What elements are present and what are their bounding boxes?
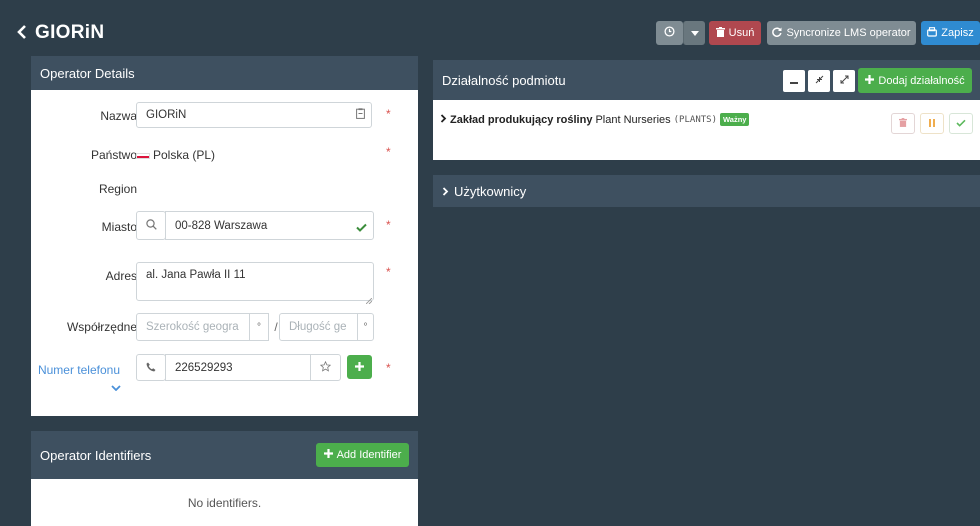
panel-title: Operator Details — [40, 65, 135, 81]
save-label: Zapisz — [941, 27, 974, 39]
plus-icon — [323, 449, 333, 461]
approve-activity-button[interactable] — [949, 113, 973, 134]
refresh-icon — [772, 26, 782, 40]
activity-row[interactable]: Zakład produkujący rośliny Plant Nurseri… — [440, 113, 750, 126]
expand-button[interactable] — [833, 70, 855, 92]
expand-icon — [840, 75, 849, 87]
clipboard-icon[interactable] — [356, 108, 365, 122]
required-mark: * — [386, 107, 391, 121]
plus-icon — [355, 360, 364, 374]
page-title: GIORiN — [35, 22, 105, 43]
longitude-placeholder: Długość ge — [289, 321, 347, 333]
minus-icon — [790, 75, 798, 87]
city-search-addon — [136, 211, 166, 240]
address-textarea[interactable]: al. Jana Pawła II 11 — [136, 262, 374, 301]
required-mark: * — [386, 265, 391, 279]
required-mark: * — [386, 361, 391, 375]
degree-addon: ° — [357, 313, 374, 341]
chevron-left-icon — [16, 23, 27, 44]
city-input[interactable]: 00-828 Warszawa — [165, 211, 374, 240]
status-badge: Ważny — [720, 113, 750, 126]
save-button[interactable]: Zapisz — [921, 21, 980, 45]
phone-addon — [136, 354, 166, 381]
chevron-right-icon — [442, 184, 449, 199]
sync-lms-button[interactable]: Syncronize LMS operator — [767, 21, 916, 45]
caret-down-icon — [690, 27, 699, 39]
add-identifier-button[interactable]: Add Identifier — [316, 443, 409, 467]
check-icon — [356, 221, 367, 235]
panel-title: Operator Identifiers — [40, 447, 152, 463]
sync-label: Syncronize LMS operator — [786, 27, 911, 39]
clock-icon — [664, 26, 675, 40]
search-icon — [145, 218, 157, 233]
favorite-phone-button[interactable] — [310, 354, 341, 381]
latitude-input[interactable]: Szerokość geogra — [136, 313, 250, 341]
city-label: Miasto — [101, 220, 137, 234]
country-label: Państwo — [90, 148, 137, 162]
history-button[interactable] — [656, 21, 683, 45]
compress-button[interactable] — [808, 70, 830, 92]
city-value: 00-828 Warszawa — [175, 219, 268, 232]
pause-icon — [929, 118, 935, 130]
users-header[interactable]: Użytkownicy — [433, 175, 980, 207]
required-mark: * — [386, 145, 391, 159]
save-icon — [927, 26, 938, 40]
collapse-all-button[interactable] — [783, 70, 805, 92]
activity-name: Plant Nurseries — [595, 113, 671, 126]
panel-title: Działalność podmiotu — [442, 72, 566, 88]
name-value: GIORiN — [146, 109, 187, 121]
address-label: Adres — [105, 269, 137, 283]
phone-icon — [146, 361, 156, 375]
delete-label: Usuń — [728, 27, 755, 39]
delete-activity-button[interactable] — [891, 113, 915, 134]
add-activity-button[interactable]: Dodaj działalność — [858, 68, 972, 93]
chevron-down-icon[interactable] — [111, 380, 121, 394]
compress-icon — [815, 75, 824, 87]
history-dropdown-button[interactable] — [683, 21, 705, 45]
add-phone-button[interactable] — [347, 355, 372, 379]
latitude-placeholder: Szerokość geogra — [146, 321, 239, 333]
name-input[interactable]: GIORiN — [136, 102, 372, 128]
resize-handle-icon[interactable] — [365, 293, 373, 307]
degree-addon: ° — [249, 313, 269, 341]
add-activity-label: Dodaj działalność — [878, 74, 965, 87]
required-mark: * — [386, 218, 391, 232]
phone-value: 226529293 — [175, 361, 233, 374]
chevron-right-icon[interactable] — [440, 113, 447, 126]
star-icon — [319, 360, 332, 375]
country-value: Polska (PL) — [136, 148, 215, 162]
panel-title: Użytkownicy — [454, 183, 527, 199]
longitude-input[interactable]: Długość ge — [279, 313, 358, 341]
back-link[interactable]: GIORiN — [16, 22, 104, 44]
delete-button[interactable]: Usuń — [709, 21, 761, 45]
trash-icon — [715, 26, 725, 40]
plus-icon — [865, 74, 875, 87]
region-label: Region — [98, 182, 137, 196]
activity-type: Zakład produkujący rośliny — [450, 113, 593, 126]
trash-icon — [899, 117, 907, 130]
check-icon — [956, 118, 966, 130]
poland-flag-icon — [136, 152, 150, 159]
name-label: Nazwa — [100, 109, 137, 123]
coordinates-label: Współrzędne — [66, 320, 137, 334]
empty-identifiers-text: No identifiers. — [187, 496, 262, 510]
activity-code: (PLANTS) — [673, 114, 717, 125]
phone-label[interactable]: Numer telefonu — [10, 363, 120, 377]
operator-details-header: Operator Details — [31, 56, 418, 90]
phone-input[interactable]: 226529293 — [165, 354, 311, 381]
add-identifier-label: Add Identifier — [336, 449, 402, 461]
suspend-activity-button[interactable] — [920, 113, 944, 134]
address-value: al. Jana Pawła II 11 — [146, 269, 246, 281]
